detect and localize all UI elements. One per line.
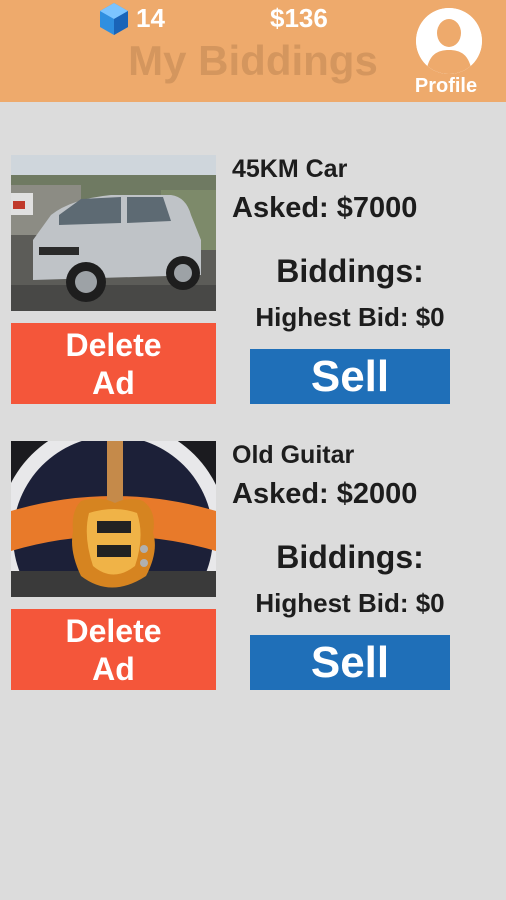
gem-icon: [100, 3, 128, 35]
listing-card: Delete Ad 45KM Car Asked: $7000 Biddings…: [0, 155, 506, 415]
listing-image: [11, 441, 216, 597]
item-name: 45KM Car: [232, 155, 348, 183]
profile-label: Profile: [414, 75, 478, 97]
highest-bid: Highest Bid: $0: [255, 588, 445, 618]
listing-image: [11, 155, 216, 311]
money-balance: $136: [270, 3, 328, 33]
gem-count: 14: [136, 3, 165, 33]
user-avatar-icon: [416, 8, 482, 74]
item-name: Old Guitar: [232, 441, 355, 469]
delete-ad-button[interactable]: Delete Ad: [11, 323, 216, 404]
highest-bid: Highest Bid: $0: [255, 302, 445, 332]
asked-price: Asked: $7000: [232, 192, 418, 224]
asked-price: Asked: $2000: [232, 478, 418, 510]
sell-button[interactable]: Sell: [250, 635, 450, 690]
delete-ad-button[interactable]: Delete Ad: [11, 609, 216, 690]
sell-button[interactable]: Sell: [250, 349, 450, 404]
profile-button[interactable]: Profile: [406, 6, 502, 98]
biddings-label: Biddings:: [276, 253, 424, 289]
listing-card: Delete Ad Old Guitar Asked: $2000 Biddin…: [0, 441, 506, 701]
top-bar: 14 $136 My Biddings Profile: [0, 0, 506, 102]
biddings-label: Biddings:: [276, 539, 424, 575]
